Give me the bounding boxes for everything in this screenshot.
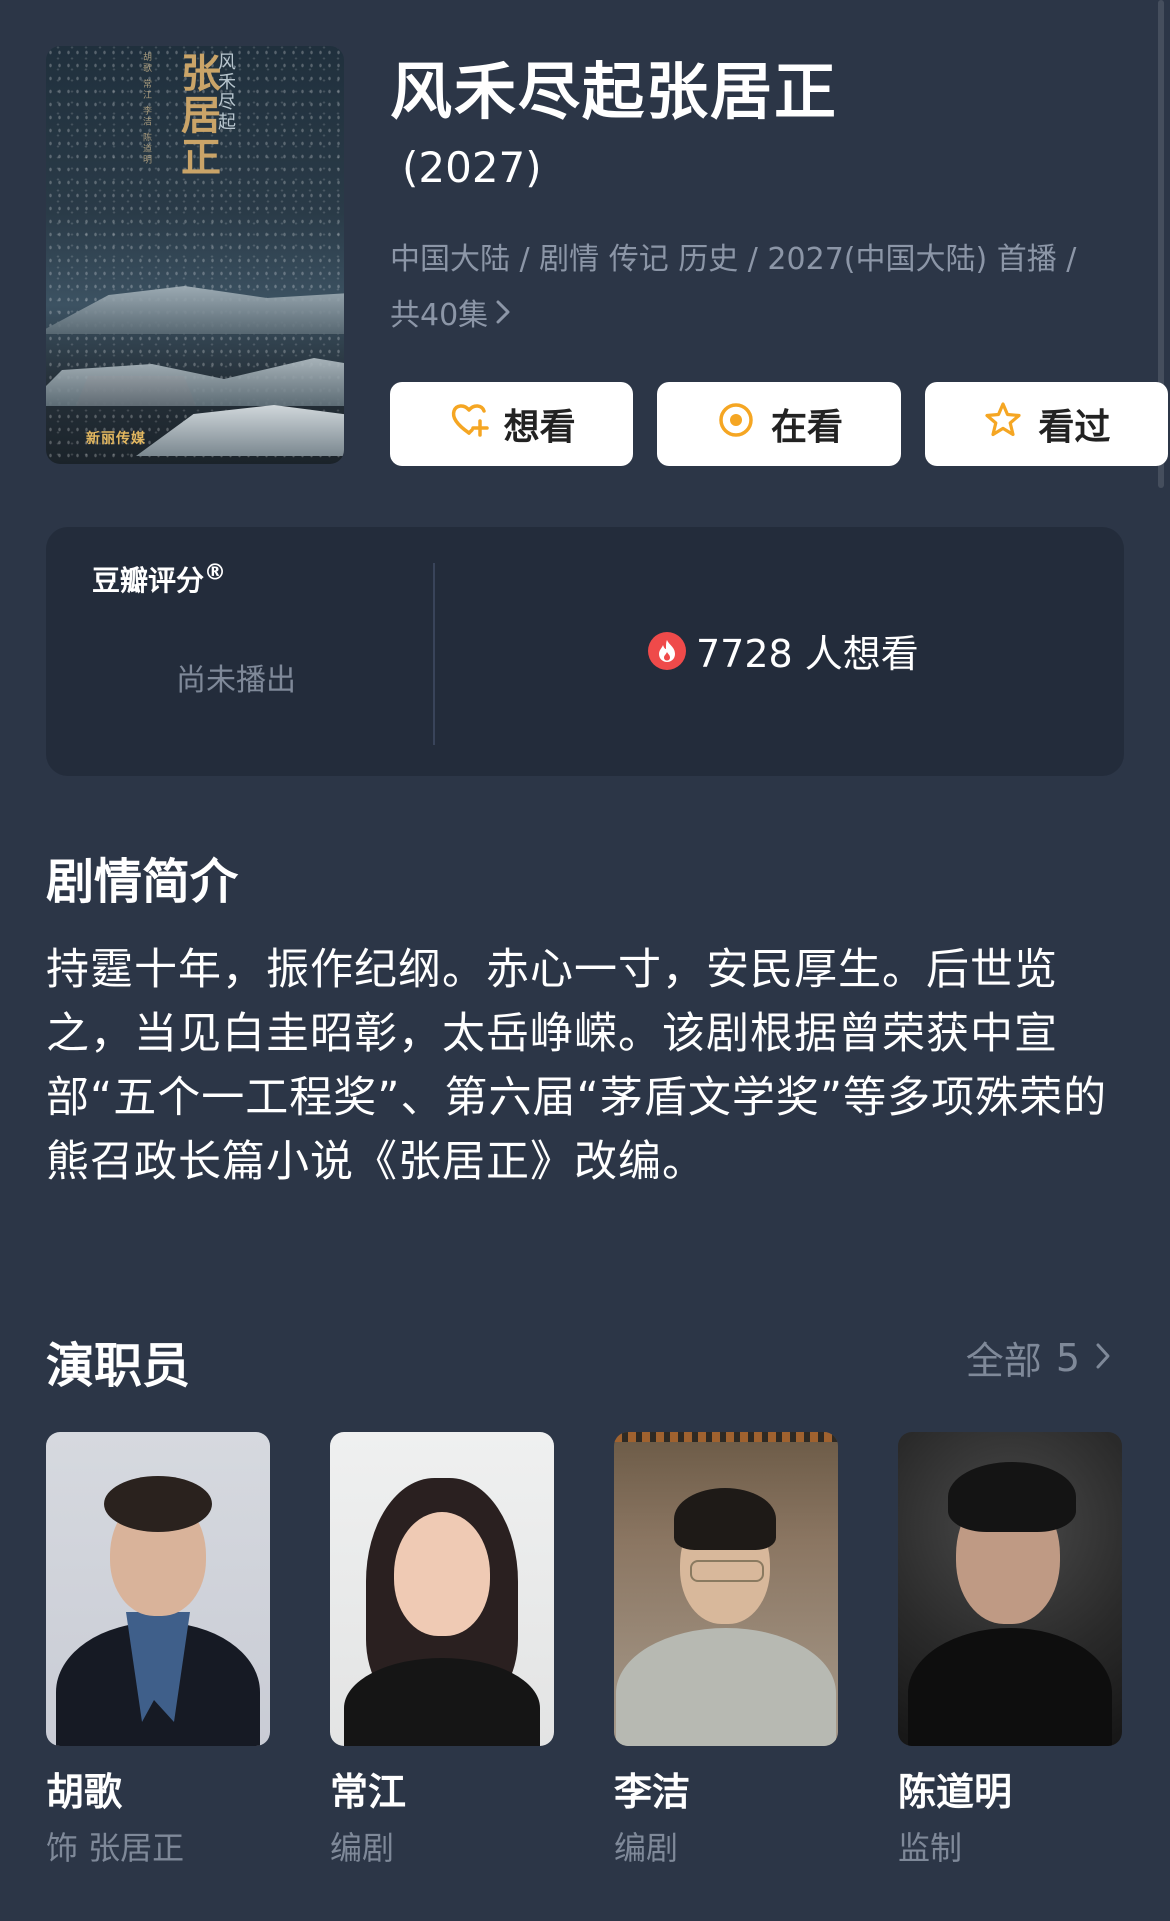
divider bbox=[433, 563, 435, 745]
cast-name: 胡歌 bbox=[46, 1770, 123, 1814]
watched-label: 看过 bbox=[1038, 407, 1111, 448]
cast-photo bbox=[614, 1432, 838, 1746]
chevron-right-icon bbox=[494, 289, 512, 345]
star-outline-icon bbox=[982, 399, 1024, 450]
meta-line: 中国大陆 / 剧情 传记 历史 / 2027(中国大陆) 首播 / bbox=[390, 242, 1077, 277]
rating-label: 豆瓣评分® bbox=[92, 560, 227, 597]
cast-role: 饰 张居正 bbox=[46, 1829, 185, 1867]
cast-card[interactable]: 李洁 编剧 bbox=[614, 1432, 838, 1870]
watching-button[interactable]: 在看 bbox=[657, 382, 901, 466]
heart-plus-icon bbox=[448, 399, 490, 450]
show-year: (2027) bbox=[402, 143, 542, 192]
view-all-cast-link[interactable]: 全部 5 bbox=[966, 1330, 1112, 1385]
poster-title: 张居正 bbox=[174, 52, 221, 178]
watching-label: 在看 bbox=[770, 407, 843, 448]
cast-card[interactable]: 胡歌 饰 张居正 bbox=[46, 1432, 270, 1870]
cast-card[interactable]: 常江 编剧 bbox=[330, 1432, 554, 1870]
want-to-watch-button[interactable]: 想看 bbox=[390, 382, 634, 466]
wish-count-text: 7728 人想看 bbox=[696, 632, 919, 676]
show-title: 风禾尽起张居正 bbox=[390, 55, 839, 128]
cast-name: 李洁 bbox=[614, 1770, 691, 1814]
cast-card[interactable]: 陈道明 监制 bbox=[898, 1432, 1122, 1870]
action-buttons: 想看 在看 看过 bbox=[390, 382, 1168, 466]
cast-list: 胡歌 饰 张居正 常江 编剧 李洁 编剧 陈道明 监制 bbox=[46, 1432, 1126, 1870]
episode-count: 共40集 bbox=[390, 298, 489, 333]
show-header: 风禾尽起 张居正 胡歌 常江 李洁 陈道明 新丽传媒 风禾尽起张居正 (2027… bbox=[46, 46, 1168, 466]
cast-count: 5 bbox=[1055, 1335, 1080, 1380]
poster-logo: 新丽传媒 bbox=[86, 431, 146, 447]
watched-button[interactable]: 看过 bbox=[924, 382, 1168, 466]
cast-name: 常江 bbox=[330, 1770, 407, 1814]
cast-photo bbox=[898, 1432, 1122, 1746]
cast-name: 陈道明 bbox=[898, 1770, 1013, 1814]
want-to-watch-label: 想看 bbox=[503, 407, 576, 448]
cast-role: 编剧 bbox=[330, 1829, 395, 1867]
cast-role: 监制 bbox=[898, 1829, 963, 1867]
synopsis-text[interactable]: 持霆十年，振作纪纲。赤心一寸，安民厚生。后世览之，当见白圭昭彰，太岳峥嵘。该剧根… bbox=[46, 938, 1126, 1194]
rating-card[interactable]: 豆瓣评分® 尚未播出 7728 人想看 bbox=[46, 527, 1124, 776]
cast-photo bbox=[330, 1432, 554, 1746]
target-icon bbox=[715, 399, 757, 450]
poster-image[interactable]: 风禾尽起 张居正 胡歌 常江 李洁 陈道明 新丽传媒 bbox=[46, 46, 344, 464]
fire-icon bbox=[648, 631, 686, 670]
show-meta[interactable]: 中国大陆 / 剧情 传记 历史 / 2027(中国大陆) 首播 / 共40集 bbox=[390, 232, 1160, 345]
cast-role: 编剧 bbox=[614, 1829, 679, 1867]
synopsis-heading: 剧情简介 bbox=[46, 854, 239, 910]
chevron-right-icon bbox=[1094, 1336, 1112, 1380]
wish-count: 7728 人想看 bbox=[648, 623, 919, 678]
trademark-symbol: ® bbox=[204, 560, 227, 586]
rating-status: 尚未播出 bbox=[176, 663, 296, 698]
cast-heading: 演职员 bbox=[46, 1338, 191, 1394]
poster-credits: 胡歌 常江 李洁 陈道明 bbox=[141, 52, 151, 166]
view-all-label: 全部 bbox=[965, 1339, 1042, 1383]
cast-photo bbox=[46, 1432, 270, 1746]
